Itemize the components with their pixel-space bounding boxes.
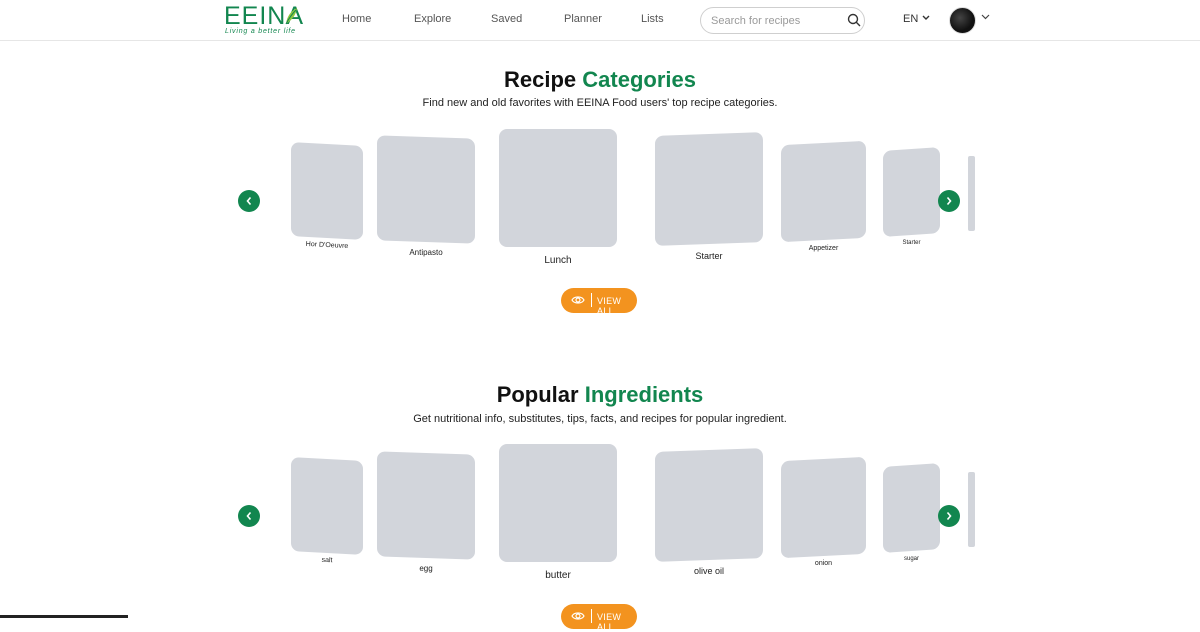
ingredient-image [377, 451, 475, 560]
divider [591, 609, 592, 623]
avatar[interactable] [949, 7, 976, 34]
chevron-down-icon [922, 15, 930, 20]
ingredient-card-partial [968, 472, 975, 547]
language-label: EN [903, 13, 919, 25]
view-all-label: VIEW ALL [597, 296, 622, 316]
ingredient-label: onion [814, 560, 833, 567]
nav-home[interactable]: Home [342, 13, 371, 25]
categories-title: Recipe Categories [0, 67, 1200, 93]
chevron-down-icon[interactable] [981, 14, 990, 20]
search-input[interactable] [711, 13, 841, 29]
divider [591, 293, 592, 307]
nav-explore[interactable]: Explore [414, 13, 451, 25]
category-label: Starter [902, 240, 921, 246]
category-image [499, 129, 617, 247]
eye-icon [571, 296, 585, 304]
ingredient-image [655, 448, 763, 562]
category-label: Appetizer [808, 245, 839, 252]
category-image [291, 142, 363, 240]
ingredients-prev-button[interactable] [238, 505, 260, 527]
top-navbar: EEINA Living a better life Home Explore … [0, 0, 1200, 41]
eye-icon [571, 612, 585, 620]
ingredient-label: egg [419, 564, 433, 573]
view-all-label: VIEW ALL [597, 612, 622, 632]
ingredients-next-button[interactable] [938, 505, 960, 527]
nav-saved[interactable]: Saved [491, 13, 522, 25]
categories-title-plain: Recipe [504, 67, 577, 92]
ingredient-image [781, 456, 866, 559]
ingredient-image [291, 457, 363, 555]
logo-tagline: Living a better life [225, 28, 296, 35]
leaf-icon [285, 8, 297, 25]
category-label: Antipasto [409, 248, 443, 257]
ingredients-title: Popular Ingredients [0, 382, 1200, 408]
categories-prev-button[interactable] [238, 190, 260, 212]
chevron-right-icon [946, 196, 952, 206]
chevron-right-icon [946, 511, 952, 521]
ingredient-label: olive oil [693, 566, 724, 576]
category-card-partial [968, 156, 975, 231]
chevron-left-icon [246, 196, 252, 206]
categories-view-all-button[interactable]: VIEW ALL [561, 288, 637, 316]
ingredients-view-all-button[interactable]: VIEW ALL [561, 604, 637, 632]
categories-subtitle: Find new and old favorites with EEINA Fo… [422, 97, 778, 109]
nav-lists[interactable]: Lists [641, 13, 664, 25]
ingredient-label: salt [321, 556, 333, 565]
categories-next-button[interactable] [938, 190, 960, 212]
ingredient-image [499, 444, 617, 562]
ingredients-title-accent: Ingredients [584, 382, 704, 407]
category-image [377, 135, 475, 244]
categories-title-accent: Categories [582, 67, 696, 92]
ingredients-subtitle: Get nutritional info, substitutes, tips,… [413, 413, 787, 425]
ingredient-label: sugar [903, 556, 919, 562]
ingredient-label: butter [545, 570, 571, 581]
language-selector[interactable]: EN [903, 13, 930, 25]
category-label: Hor D'Oeuvre [305, 240, 349, 251]
category-image [655, 132, 763, 246]
ingredients-title-plain: Popular [496, 382, 579, 407]
chevron-left-icon [246, 511, 252, 521]
search-icon[interactable] [847, 13, 861, 27]
category-label: Starter [695, 251, 723, 261]
category-label: Lunch [544, 255, 572, 266]
category-image [883, 147, 940, 237]
nav-planner[interactable]: Planner [564, 13, 602, 25]
search-box [700, 7, 865, 34]
eeina-logo[interactable]: EEINA Living a better life [224, 3, 304, 39]
category-image [781, 140, 866, 243]
ingredient-image [883, 463, 940, 553]
